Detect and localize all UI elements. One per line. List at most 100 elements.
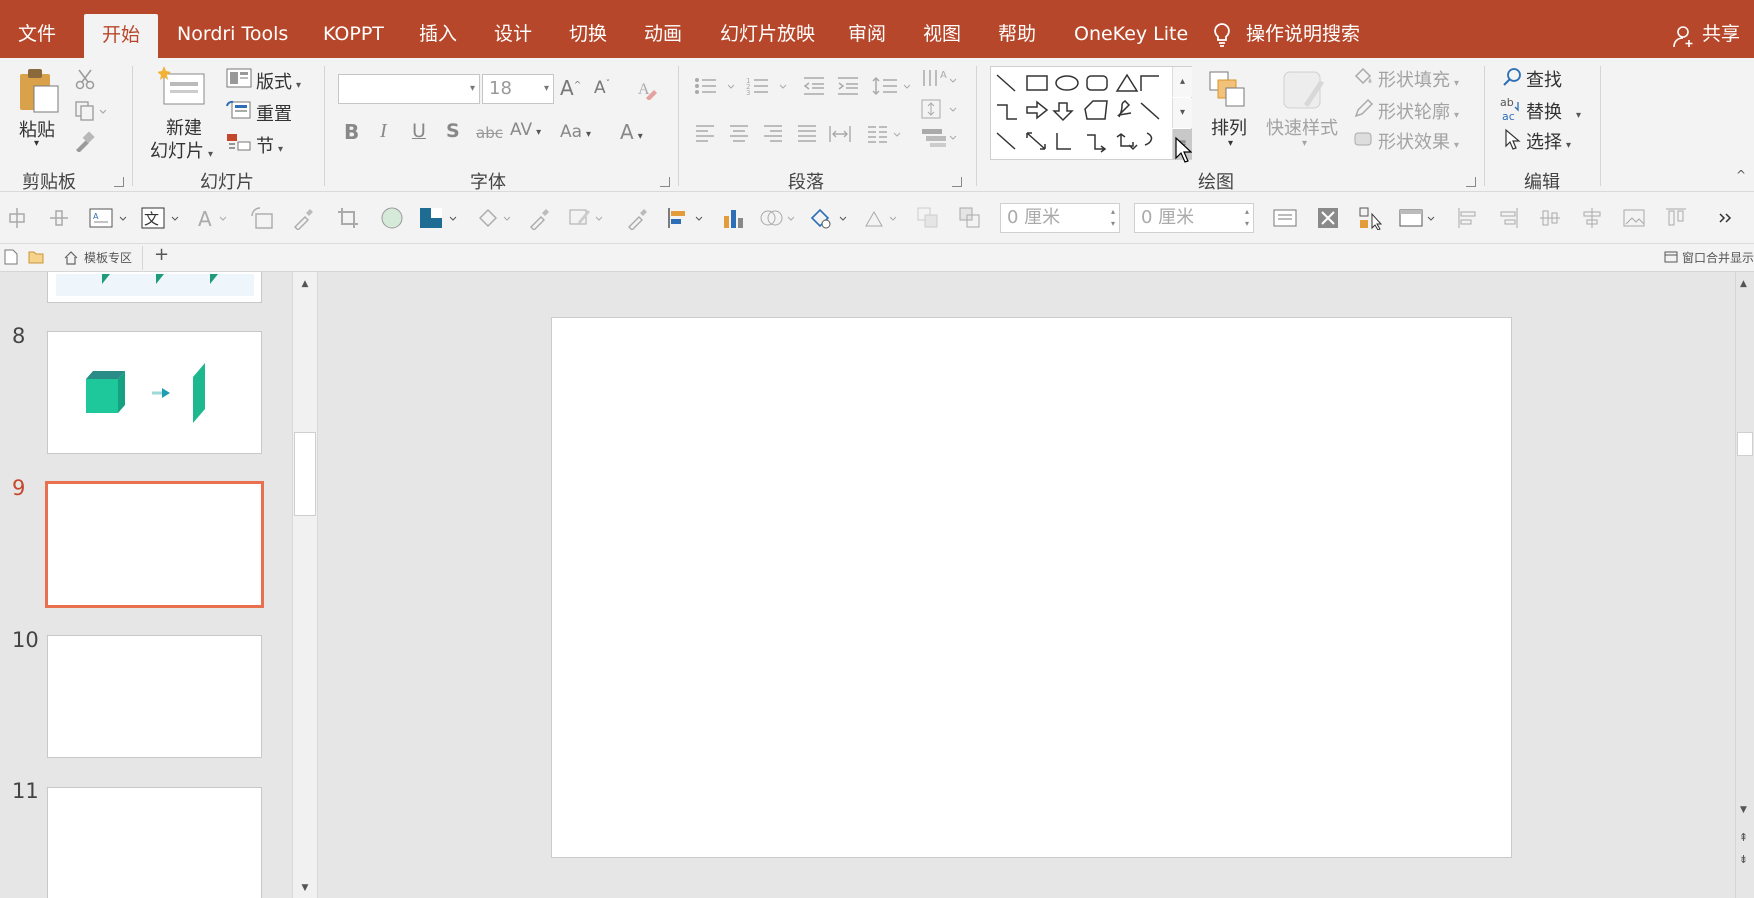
shape-width-input[interactable]: 0 厘米 ▴ ▾ [1000,203,1120,233]
menu-transitions[interactable]: 切换 [569,0,607,58]
align-text-icon[interactable] [920,98,960,120]
align-right-icon[interactable] [762,124,784,144]
textbox2-icon[interactable] [1272,206,1297,230]
slide-thumbnail-8[interactable] [47,331,262,454]
lightbulb-icon[interactable] [1212,22,1232,48]
align-left2-icon[interactable] [1456,206,1480,230]
paste-dropdown-icon[interactable]: ▾ [34,138,39,149]
bring-forward-icon[interactable] [916,206,940,230]
eyedropper2-icon[interactable] [528,206,552,231]
slide-thumbnail-7[interactable] [47,272,262,303]
grow-font-icon[interactable]: A^ [560,76,581,100]
select-objects-icon[interactable] [1358,206,1383,231]
section-button[interactable]: 节 ▾ [256,132,283,158]
distribute-objects-icon[interactable] [48,206,72,230]
arrange-button[interactable]: 排列 [1211,114,1247,140]
bold-icon[interactable]: B [344,120,359,144]
drawing-launcher-icon[interactable] [1466,177,1476,187]
smartart-icon[interactable] [920,126,960,148]
slide-canvas[interactable] [551,317,1512,858]
merge-windows-button[interactable]: 窗口合并显示 [1682,249,1754,266]
replace-button[interactable]: 替换 ▾ [1526,98,1581,124]
scrollbar-thumb[interactable] [294,432,316,516]
numbering-icon[interactable]: 123 [746,76,790,96]
shape-fill-button[interactable]: 形状填充 ▾ [1378,66,1459,92]
justify-icon[interactable] [796,124,818,144]
menu-slideshow[interactable]: 幻灯片放映 [720,0,815,58]
window-merge-icon[interactable] [1664,251,1678,263]
search-icon[interactable] [1502,66,1524,88]
italic-icon[interactable]: I [380,120,387,143]
menu-design[interactable]: 设计 [494,0,532,58]
slide-thumbnail-9[interactable] [45,481,264,608]
format-painter-icon[interactable] [74,130,96,152]
shape-effects-icon[interactable] [1352,128,1374,150]
share-button[interactable]: 共享 [1702,0,1740,58]
editor-scrollbar[interactable]: ▲ ▼ ⇞ ⇟ [1735,272,1754,898]
tab-template-zone[interactable]: 模板专区 [56,246,144,270]
crop-icon[interactable] [336,206,360,230]
columns-icon[interactable] [866,124,906,144]
quick-styles-icon[interactable] [1280,68,1328,112]
shadow-icon[interactable]: S [446,120,460,142]
menu-file[interactable]: 文件 [18,0,56,58]
shape-height-input[interactable]: 0 厘米 ▴ ▾ [1134,203,1254,233]
shape-outline-button[interactable]: 形状轮廓 ▾ [1378,98,1459,124]
menu-animations[interactable]: 动画 [644,0,682,58]
decrease-indent-icon[interactable] [802,76,826,96]
frame-select-icon[interactable] [1398,206,1438,230]
scroll-up-icon[interactable]: ▲ [293,274,317,294]
scroll-down-icon[interactable]: ▼ [293,878,317,898]
layout-button[interactable]: 版式 ▾ [256,68,301,94]
folder-icon[interactable] [28,250,44,264]
quick-styles-button[interactable]: 快速样式 [1266,114,1338,140]
menu-nordri-tools[interactable]: Nordri Tools [177,0,288,58]
next-slide-icon[interactable]: ⇟ [1734,850,1753,870]
text-direction-icon[interactable]: A [920,66,960,90]
text-char-icon[interactable]: 文 [140,206,184,230]
new-document-icon[interactable] [4,249,18,265]
copy-icon[interactable] [74,100,108,122]
pen-outline-icon[interactable] [1352,98,1374,120]
quick-styles-dropdown-icon[interactable]: ▾ [1302,138,1307,149]
distribute-icon[interactable] [828,124,852,144]
underline-icon[interactable]: U [412,120,426,142]
rotate-shape-icon[interactable] [862,206,902,230]
align-left-icon[interactable] [694,124,716,144]
reset-button[interactable]: 重置 [256,100,292,126]
circle-shape-icon[interactable] [380,206,404,230]
char-spacing-icon[interactable]: AV ▾ [510,120,541,140]
align-left-objects-icon[interactable] [666,206,710,230]
wordart-icon[interactable]: A [196,206,230,231]
shape-options[interactable] [991,67,1173,161]
more-tools-icon[interactable] [1716,206,1740,230]
scrollbar-thumb[interactable] [1737,432,1753,456]
menu-home[interactable]: 开始 [84,14,159,58]
clear-format-icon[interactable]: A [636,78,658,100]
select-cursor-icon[interactable] [1504,128,1522,150]
font-size-combo[interactable]: 18 ▾ [482,74,554,104]
strikethrough-icon[interactable]: abc [476,124,503,142]
new-slide-icon[interactable] [158,66,206,106]
eyedropper3-icon[interactable] [626,206,650,231]
slide-thumbnail-11[interactable] [47,787,262,898]
scroll-down-icon[interactable]: ▼ [1734,800,1753,820]
scroll-up-icon[interactable]: ▲ [1734,274,1753,294]
section-icon[interactable] [226,132,252,152]
align-middle-icon[interactable] [1538,206,1562,230]
paint-bucket-icon[interactable] [1352,66,1374,88]
change-case-icon[interactable]: Aa ▾ [560,122,591,142]
cut-icon[interactable] [74,68,96,90]
outline-pen-icon[interactable] [568,206,608,230]
arrange-icon[interactable] [1206,68,1250,112]
shape-effects-button[interactable]: 形状效果 ▾ [1378,128,1459,154]
merge-shapes-icon[interactable] [760,206,800,230]
gallery-scroll-down-icon[interactable]: ▾ [1172,98,1192,128]
search-box[interactable]: 操作说明搜索 [1246,0,1360,58]
align-right2-icon[interactable] [1496,206,1520,230]
find-button[interactable]: 查找 [1526,66,1562,92]
new-slide-label-2[interactable]: 幻灯片 ▾ [150,137,213,163]
send-backward-icon[interactable] [958,206,982,230]
add-tab-icon[interactable]: + [154,244,169,265]
shapes-gallery[interactable] [990,66,1192,160]
